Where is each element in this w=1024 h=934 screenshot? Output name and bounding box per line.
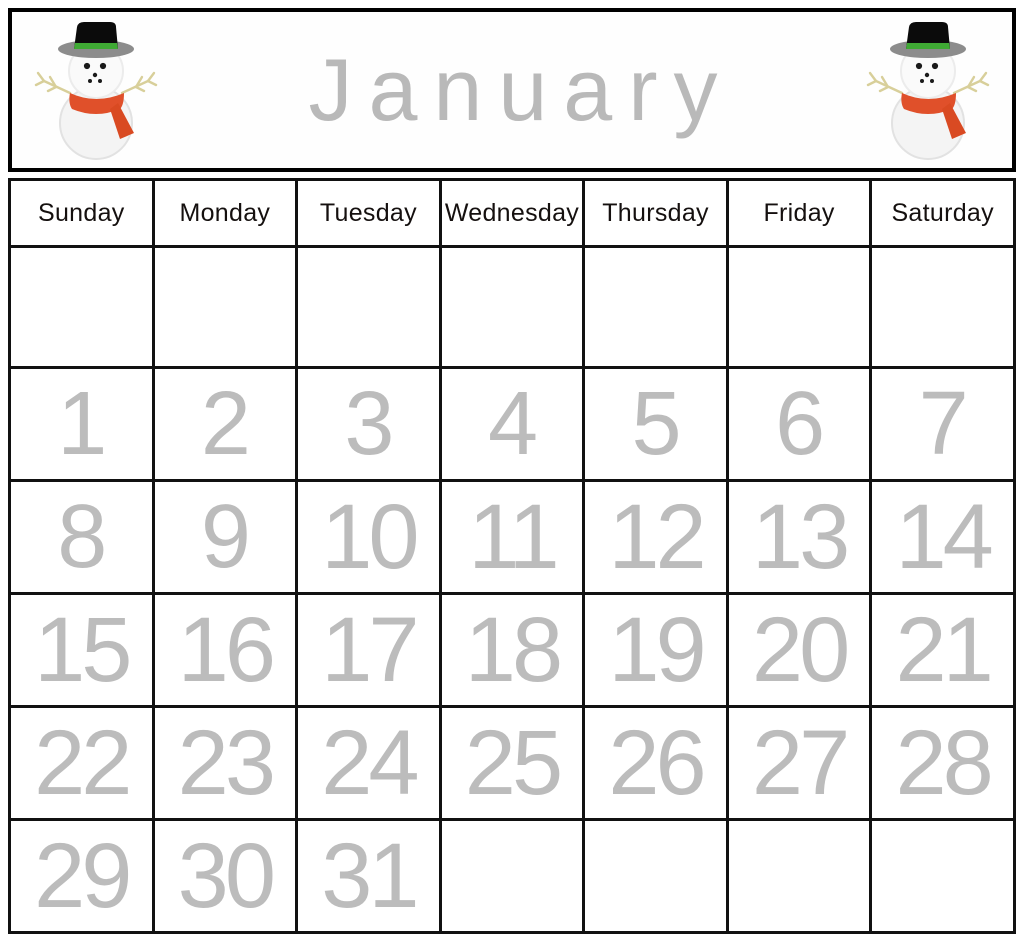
- day-cell[interactable]: 7: [869, 366, 1016, 482]
- calendar-grid: Sunday Monday Tuesday Wednesday Thursday…: [8, 178, 1016, 934]
- day-number: 4: [487, 374, 538, 474]
- day-cell[interactable]: 31: [295, 818, 442, 934]
- day-cell[interactable]: 26: [582, 705, 729, 821]
- day-cell[interactable]: 12: [582, 479, 729, 595]
- day-cell[interactable]: 14: [869, 479, 1016, 595]
- calendar-week-row: 22 23 24 25 26 27 28: [8, 705, 1016, 821]
- day-number: 8: [57, 487, 107, 587]
- day-cell[interactable]: 23: [151, 705, 299, 821]
- weekday-header-sunday: Sunday: [8, 178, 155, 248]
- day-cell[interactable]: [295, 245, 442, 369]
- month-title: January: [308, 40, 734, 139]
- day-number: 9: [200, 487, 251, 587]
- day-cell[interactable]: 10: [295, 479, 442, 595]
- day-cell[interactable]: 20: [725, 592, 873, 708]
- day-cell[interactable]: [869, 818, 1016, 934]
- day-number: 27: [751, 712, 850, 814]
- day-cell[interactable]: 8: [8, 479, 155, 595]
- day-number: 21: [895, 599, 994, 701]
- day-number: 3: [344, 374, 394, 474]
- day-number: 5: [631, 374, 682, 474]
- day-number: 17: [321, 599, 419, 701]
- snowman-icon-left: [26, 15, 166, 165]
- weekday-header-tuesday: Tuesday: [295, 178, 442, 248]
- day-number: 22: [34, 712, 132, 814]
- calendar-week-row: 8 9 10 11 12 13 14: [8, 479, 1016, 595]
- day-cell[interactable]: 2: [151, 366, 299, 482]
- calendar-header-banner: January: [8, 8, 1016, 172]
- weekday-header-thursday: Thursday: [582, 178, 729, 248]
- day-cell[interactable]: 18: [438, 592, 586, 708]
- day-cell[interactable]: [438, 818, 586, 934]
- calendar-week-row: 1 2 3 4 5 6 7: [8, 366, 1016, 482]
- weekday-header-row: Sunday Monday Tuesday Wednesday Thursday…: [8, 178, 1016, 248]
- day-cell[interactable]: 24: [295, 705, 442, 821]
- day-cell[interactable]: [869, 245, 1016, 369]
- day-number: 29: [34, 825, 132, 927]
- day-cell[interactable]: [725, 245, 873, 369]
- day-number: 7: [918, 374, 969, 474]
- weekday-header-saturday: Saturday: [869, 178, 1016, 248]
- day-number: 2: [200, 374, 251, 474]
- day-cell[interactable]: [725, 818, 873, 934]
- day-number: 24: [321, 712, 419, 814]
- day-cell[interactable]: 29: [8, 818, 155, 934]
- day-number: 26: [608, 712, 706, 814]
- day-cell[interactable]: 15: [8, 592, 155, 708]
- day-cell[interactable]: 28: [869, 705, 1016, 821]
- day-cell[interactable]: 3: [295, 366, 442, 482]
- day-cell[interactable]: 19: [582, 592, 729, 708]
- day-number: 12: [608, 486, 706, 588]
- day-cell[interactable]: 27: [725, 705, 873, 821]
- day-cell[interactable]: 9: [151, 479, 299, 595]
- day-cell[interactable]: 6: [725, 366, 873, 482]
- day-number: 19: [608, 599, 706, 701]
- day-cell[interactable]: [151, 245, 299, 369]
- snowman-icon-right: [858, 15, 998, 165]
- day-number: 11: [468, 486, 560, 588]
- calendar-body: 1 2 3 4 5 6 7 8 9 10 11 12 13 14 15 16 1…: [8, 245, 1016, 934]
- day-number: 10: [321, 486, 419, 588]
- day-number: 31: [321, 825, 419, 927]
- calendar-page: January Sunday Monday Tuesday Wednesday …: [0, 0, 1024, 934]
- day-number: 13: [751, 486, 850, 588]
- calendar-week-row: 29 30 31: [8, 818, 1016, 934]
- day-cell[interactable]: 16: [151, 592, 299, 708]
- day-number: 20: [751, 599, 850, 701]
- day-number: 15: [34, 599, 132, 701]
- day-cell[interactable]: [8, 245, 155, 369]
- day-cell[interactable]: 11: [438, 479, 586, 595]
- day-cell[interactable]: 4: [438, 366, 586, 482]
- day-number: 28: [895, 712, 994, 814]
- weekday-header-friday: Friday: [725, 178, 873, 248]
- day-number: 14: [895, 486, 994, 588]
- day-cell[interactable]: 30: [151, 818, 299, 934]
- day-cell[interactable]: 1: [8, 366, 155, 482]
- day-number: 18: [464, 599, 563, 701]
- day-number: 30: [177, 825, 276, 927]
- day-cell[interactable]: 22: [8, 705, 155, 821]
- day-cell[interactable]: 17: [295, 592, 442, 708]
- weekday-header-wednesday: Wednesday: [438, 178, 586, 248]
- calendar-week-row: 15 16 17 18 19 20 21: [8, 592, 1016, 708]
- calendar-week-row: [8, 245, 1016, 369]
- day-number: 23: [177, 712, 276, 814]
- day-cell[interactable]: [438, 245, 586, 369]
- weekday-header-monday: Monday: [151, 178, 299, 248]
- day-number: 16: [177, 599, 276, 701]
- day-cell[interactable]: 25: [438, 705, 586, 821]
- day-number: 1: [57, 374, 107, 474]
- day-cell[interactable]: 13: [725, 479, 873, 595]
- day-cell[interactable]: 5: [582, 366, 729, 482]
- day-number: 6: [775, 374, 825, 474]
- day-cell[interactable]: [582, 245, 729, 369]
- day-cell[interactable]: [582, 818, 729, 934]
- day-cell[interactable]: 21: [869, 592, 1016, 708]
- day-number: 25: [464, 712, 563, 814]
